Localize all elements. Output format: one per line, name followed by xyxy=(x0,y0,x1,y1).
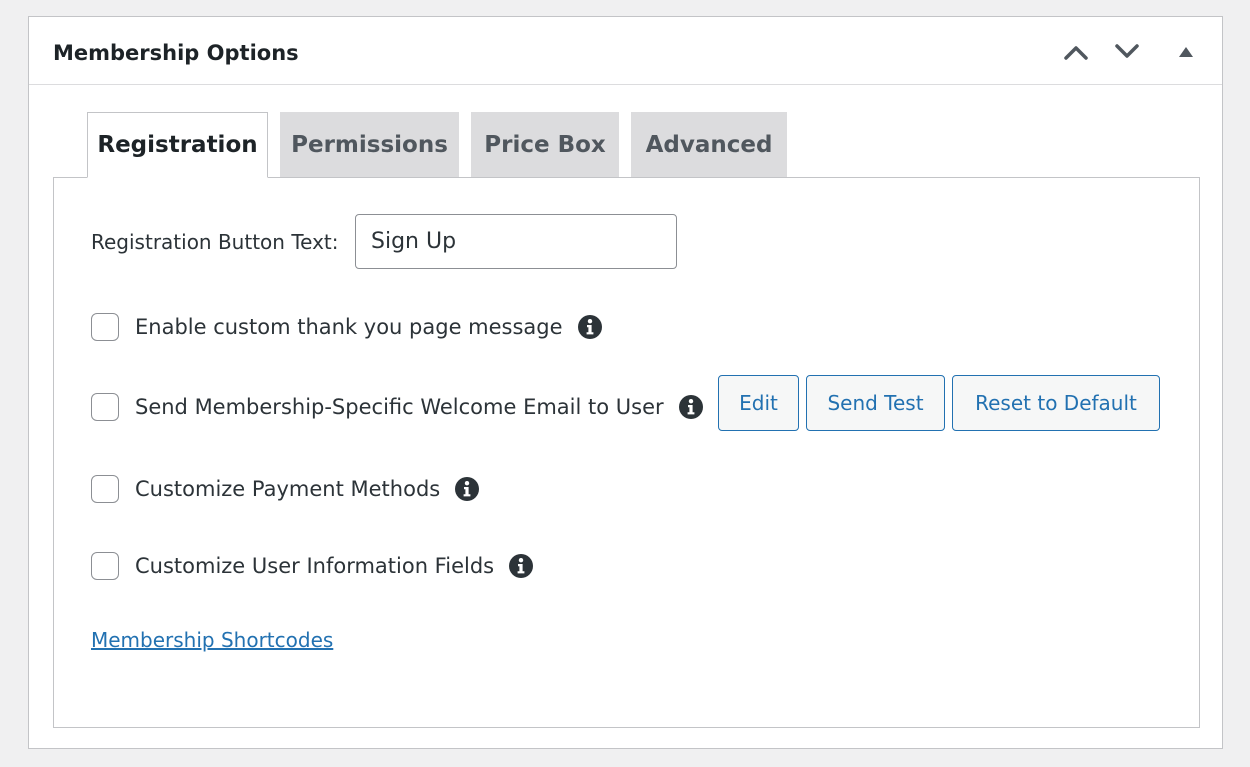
info-icon[interactable] xyxy=(678,394,704,420)
welcome-email-label: Send Membership-Specific Welcome Email t… xyxy=(135,395,664,419)
registration-button-text-label: Registration Button Text: xyxy=(91,230,339,254)
payment-methods-option: Customize Payment Methods xyxy=(91,475,480,503)
registration-button-text-input[interactable] xyxy=(355,214,677,269)
edit-email-button[interactable]: Edit xyxy=(718,375,799,431)
reset-to-default-button[interactable]: Reset to Default xyxy=(952,375,1160,431)
tab-price-box[interactable]: Price Box xyxy=(471,112,619,177)
triangle-up-icon xyxy=(1179,47,1193,57)
thank-you-message-option: Enable custom thank you page message xyxy=(91,313,603,341)
chevron-up-icon xyxy=(1064,46,1088,60)
tab-registration[interactable]: Registration xyxy=(87,112,268,178)
user-info-fields-label: Customize User Information Fields xyxy=(135,554,495,578)
thank-you-message-checkbox[interactable] xyxy=(91,313,119,341)
info-icon[interactable] xyxy=(508,553,534,579)
thank-you-message-label: Enable custom thank you page message xyxy=(135,315,563,339)
info-icon[interactable] xyxy=(454,476,480,502)
welcome-email-checkbox[interactable] xyxy=(91,393,119,421)
payment-methods-checkbox[interactable] xyxy=(91,475,119,503)
membership-shortcodes-link[interactable]: Membership Shortcodes xyxy=(91,627,333,653)
move-up-button[interactable] xyxy=(1059,35,1093,69)
chevron-down-icon xyxy=(1115,44,1139,58)
info-icon[interactable] xyxy=(577,314,603,340)
welcome-email-option: Send Membership-Specific Welcome Email t… xyxy=(91,393,704,421)
toggle-panel-button[interactable] xyxy=(1169,35,1203,69)
user-info-fields-checkbox[interactable] xyxy=(91,552,119,580)
panel-title: Membership Options xyxy=(53,41,299,65)
panel-header: Membership Options xyxy=(29,17,1222,85)
tab-advanced[interactable]: Advanced xyxy=(631,112,787,177)
membership-options-panel: Membership Options Registration Permissi… xyxy=(28,16,1223,749)
tab-permissions[interactable]: Permissions xyxy=(280,112,459,177)
user-info-fields-option: Customize User Information Fields xyxy=(91,552,534,580)
send-test-button[interactable]: Send Test xyxy=(806,375,945,431)
move-down-button[interactable] xyxy=(1110,35,1144,69)
payment-methods-label: Customize Payment Methods xyxy=(135,477,441,501)
